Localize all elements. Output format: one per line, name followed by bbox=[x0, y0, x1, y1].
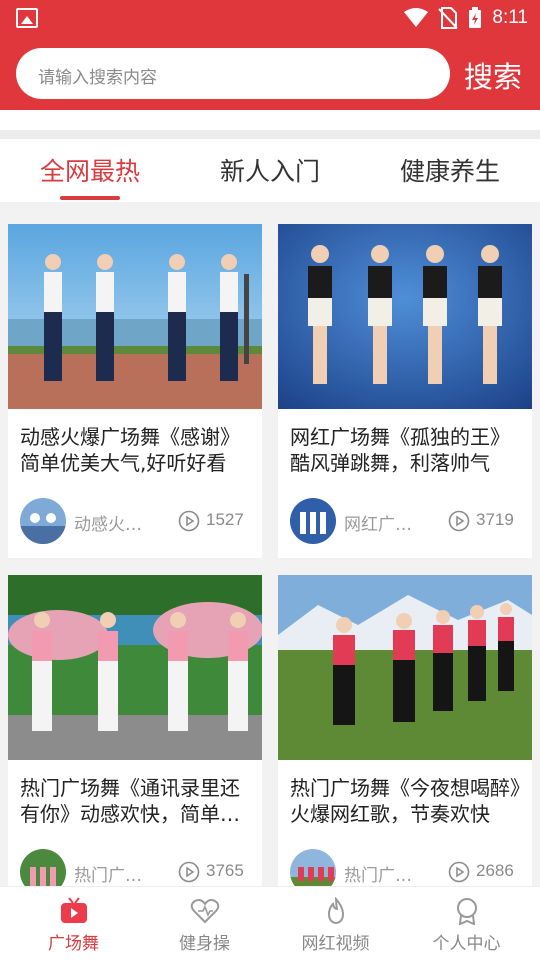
person-icon bbox=[457, 898, 477, 925]
author-name[interactable]: 网红广场舞 bbox=[344, 510, 422, 535]
view-count: 1527 bbox=[206, 510, 244, 529]
author-name[interactable]: 动感火爆广场舞 bbox=[74, 510, 152, 535]
video-thumbnail[interactable] bbox=[8, 575, 262, 760]
video-card[interactable]: 动感火爆广场舞《感谢》简单优美大气,好听好看 动感火爆广场舞 1527 bbox=[8, 224, 262, 558]
category-tabs: 全网最热 新人入门 健康养生 bbox=[0, 139, 540, 202]
play-count-icon bbox=[448, 861, 470, 883]
play-count-icon bbox=[448, 510, 470, 532]
author-name[interactable]: 热门广场舞 bbox=[344, 861, 422, 886]
video-card[interactable]: 热门广场舞《今夜想喝醉》火爆网红歌，节奏欢快 热门广场舞 2686 bbox=[278, 575, 532, 909]
video-title[interactable]: 热门广场舞《通讯录里还有你》动感欢快，简单易学 bbox=[20, 775, 252, 827]
status-icons: 8:11 bbox=[404, 6, 528, 30]
status-bar: 8:11 bbox=[0, 0, 540, 36]
search-placeholder: 请输入搜索内容 bbox=[38, 68, 157, 88]
search-button[interactable]: 搜索 bbox=[464, 54, 522, 96]
author-avatar[interactable] bbox=[20, 498, 66, 544]
bottom-navigation: 广场舞 健身操 网红视频 个人中心 bbox=[0, 886, 540, 960]
play-count-icon bbox=[178, 510, 200, 532]
app-header: 8:11 请输入搜索内容 搜索 bbox=[0, 0, 540, 110]
search-input[interactable]: 请输入搜索内容 bbox=[16, 48, 450, 99]
video-thumbnail[interactable] bbox=[278, 224, 532, 409]
status-time: 8:11 bbox=[492, 7, 528, 28]
nav-label: 个人中心 bbox=[432, 934, 501, 954]
author-name[interactable]: 热门广场舞 bbox=[74, 861, 152, 886]
nav-fitness[interactable]: 健身操 bbox=[137, 887, 272, 960]
video-card[interactable]: 热门广场舞《通讯录里还有你》动感欢快，简单易学 热门广场舞 3765 bbox=[8, 575, 262, 909]
view-count: 2686 bbox=[476, 861, 514, 880]
heart-icon bbox=[190, 899, 220, 924]
tab-beginner[interactable]: 新人入门 bbox=[180, 152, 360, 188]
video-title[interactable]: 热门广场舞《今夜想喝醉》火爆网红歌，节奏欢快 bbox=[290, 775, 522, 827]
active-tab-indicator bbox=[60, 196, 120, 200]
wifi-icon bbox=[404, 8, 429, 27]
nav-label: 健身操 bbox=[179, 934, 230, 954]
tv-icon bbox=[61, 897, 87, 923]
video-thumbnail[interactable] bbox=[8, 224, 262, 409]
view-count: 3765 bbox=[206, 861, 244, 880]
video-thumbnail[interactable] bbox=[278, 575, 532, 760]
battery-charging-icon bbox=[469, 7, 482, 28]
author-avatar[interactable] bbox=[290, 498, 336, 544]
nav-square-dance[interactable]: 广场舞 bbox=[6, 887, 141, 960]
header-spacer bbox=[0, 110, 540, 139]
no-sim-icon bbox=[438, 7, 459, 29]
play-count-icon bbox=[178, 861, 200, 883]
nav-profile[interactable]: 个人中心 bbox=[399, 887, 534, 960]
nav-trending[interactable]: 网红视频 bbox=[268, 887, 403, 960]
view-count: 3719 bbox=[476, 510, 514, 529]
gallery-notification-icon bbox=[16, 8, 38, 28]
nav-label: 网红视频 bbox=[301, 934, 370, 954]
video-card[interactable]: 网红广场舞《孤独的王》酷风弹跳舞，利落帅气 网红广场舞 3719 bbox=[278, 224, 532, 558]
flame-icon bbox=[327, 897, 345, 925]
video-title[interactable]: 动感火爆广场舞《感谢》简单优美大气,好听好看 bbox=[20, 424, 252, 476]
nav-label: 广场舞 bbox=[48, 934, 99, 954]
tab-health[interactable]: 健康养生 bbox=[360, 152, 540, 188]
tab-hottest[interactable]: 全网最热 bbox=[0, 152, 180, 188]
video-title[interactable]: 网红广场舞《孤独的王》酷风弹跳舞，利落帅气 bbox=[290, 424, 522, 476]
